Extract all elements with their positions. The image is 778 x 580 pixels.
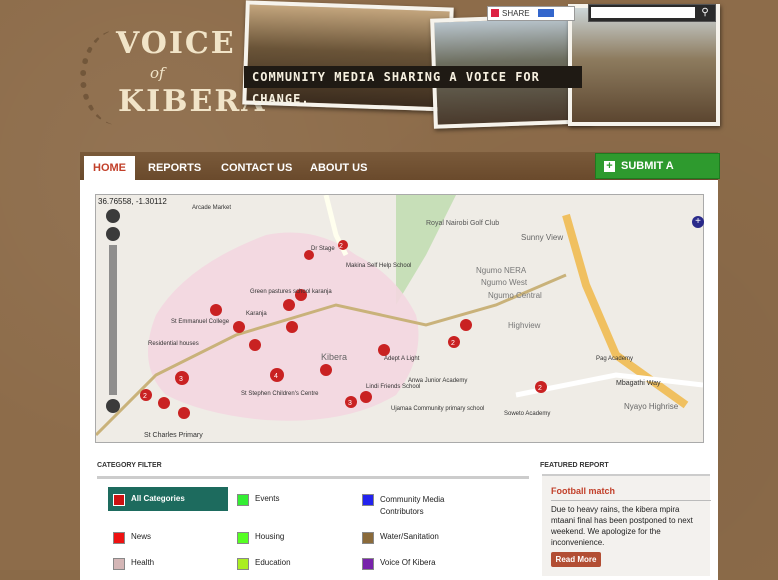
cluster-count: 2 <box>538 385 542 392</box>
category-swatch <box>362 558 374 570</box>
featured-report-body: Due to heavy rains, the kibera mpira mta… <box>551 505 693 547</box>
category-label: Voice Of Kibera <box>380 558 436 567</box>
map-label: Dr Stage <box>311 246 335 252</box>
map-label: Soweto Academy <box>504 411 550 417</box>
cluster-count: 3 <box>179 376 183 383</box>
category-swatch <box>113 494 125 506</box>
cluster-count: 2 <box>339 243 343 250</box>
report-marker[interactable] <box>283 299 295 311</box>
search-box: ⚲ <box>588 4 716 22</box>
tab-about-us[interactable]: ABOUT US <box>310 156 367 180</box>
featured-report-title[interactable]: Football match <box>551 486 615 496</box>
category-label: Community Media Contributors <box>380 495 445 516</box>
read-more-button[interactable]: Read More <box>551 552 601 567</box>
zoom-in-icon[interactable] <box>106 227 120 241</box>
map-label: Ujamaa Community primary school <box>391 406 484 412</box>
plus-icon: + <box>604 160 615 172</box>
report-marker[interactable] <box>320 364 332 376</box>
featured-report-section-title: FEATURED REPORT <box>540 462 609 469</box>
map-label: Royal Nairobi Golf Club <box>426 220 499 227</box>
cluster-count: 3 <box>348 400 352 407</box>
map-label: Highview <box>508 321 541 330</box>
category-swatch <box>237 532 249 544</box>
category-label: Housing <box>255 532 285 541</box>
map-label: St Charles Primary <box>144 432 203 439</box>
report-marker[interactable] <box>378 344 390 356</box>
share-icon <box>491 9 499 17</box>
category-swatch <box>113 532 125 544</box>
search-input[interactable] <box>591 7 695 18</box>
zoom-slider[interactable] <box>109 245 117 395</box>
share-label: SHARE <box>502 9 530 18</box>
report-marker[interactable] <box>460 319 472 331</box>
report-marker[interactable] <box>286 321 298 333</box>
report-marker[interactable] <box>233 321 245 333</box>
category-label: News <box>131 532 152 541</box>
map-label: Arcade Market <box>192 205 231 211</box>
cluster-count: 2 <box>143 393 147 400</box>
tab-reports[interactable]: REPORTS <box>148 156 201 180</box>
map-label: Nyayo Highrise <box>624 402 679 411</box>
golf-club-area <box>396 195 456 305</box>
share-button[interactable]: SHARE <box>487 6 575 21</box>
map-label: Lindi Friends School <box>366 384 420 390</box>
map-canvas: 2 3 4 3 2 2 2 Royal Nairobi Golf Club Su… <box>96 195 703 439</box>
map-label: St Stephen Children's Centre <box>241 391 319 397</box>
map-label: Ngumo Central <box>488 291 542 300</box>
category-label: Health <box>131 558 155 567</box>
submit-report-button[interactable]: +SUBMIT A REPORT <box>595 153 720 196</box>
logo-line-2: of <box>150 64 165 82</box>
map-coordinates: 36.76558, -1.30112 <box>98 197 167 206</box>
header-photo-railway <box>568 4 720 126</box>
layer-switcher-icon[interactable]: + <box>692 216 704 228</box>
map-label: Mbagathi Way <box>616 380 661 387</box>
report-marker[interactable] <box>360 391 372 403</box>
tagline-banner: COMMUNITY MEDIA SHARING A VOICE FOR CHAN… <box>244 66 582 106</box>
logo-line-1: VOICE <box>116 26 236 61</box>
report-marker[interactable] <box>158 397 170 409</box>
search-icon[interactable]: ⚲ <box>698 7 712 19</box>
map-label: Green pastures school karanja <box>250 289 332 295</box>
map-label: Ngumo NERA <box>476 266 527 275</box>
map-label: Sunny View <box>521 233 563 242</box>
category-filter-title: CATEGORY FILTER <box>97 462 162 469</box>
map-label: Residential houses <box>148 341 199 347</box>
category-label: Education <box>255 558 291 567</box>
divider <box>551 500 711 501</box>
cluster-count: 4 <box>274 373 278 380</box>
category-swatch <box>113 558 125 570</box>
map-label: Kibera <box>321 352 347 362</box>
cluster-count: 2 <box>451 340 455 347</box>
map[interactable]: 2 3 4 3 2 2 2 Royal Nairobi Golf Club Su… <box>95 194 704 443</box>
category-label: Events <box>255 494 280 503</box>
tab-home[interactable]: HOME <box>84 156 135 180</box>
category-swatch <box>237 494 249 506</box>
map-zoom-control[interactable] <box>106 209 120 413</box>
map-label: Makina Self Help School <box>346 263 411 269</box>
report-marker[interactable] <box>178 407 190 419</box>
tab-contact-us[interactable]: CONTACT US <box>221 156 292 180</box>
map-label: Adept A Light <box>384 356 420 362</box>
category-swatch <box>362 532 374 544</box>
report-marker[interactable] <box>210 304 222 316</box>
category-swatch <box>237 558 249 570</box>
site-logo[interactable]: VOICE of KIBERA <box>84 20 265 130</box>
category-label: All Categories <box>131 494 185 503</box>
zoom-out-icon[interactable] <box>106 399 120 413</box>
map-label: Ngumo West <box>481 278 528 287</box>
category-swatch <box>362 494 374 506</box>
map-label: Karanja <box>246 311 267 317</box>
social-icons <box>537 9 554 17</box>
map-label: St Emmanuel College <box>171 319 230 325</box>
map-label: Pag Academy <box>596 356 633 362</box>
category-label: Water/Sanitation <box>380 532 439 541</box>
pan-icon[interactable] <box>106 209 120 223</box>
report-marker[interactable] <box>249 339 261 351</box>
